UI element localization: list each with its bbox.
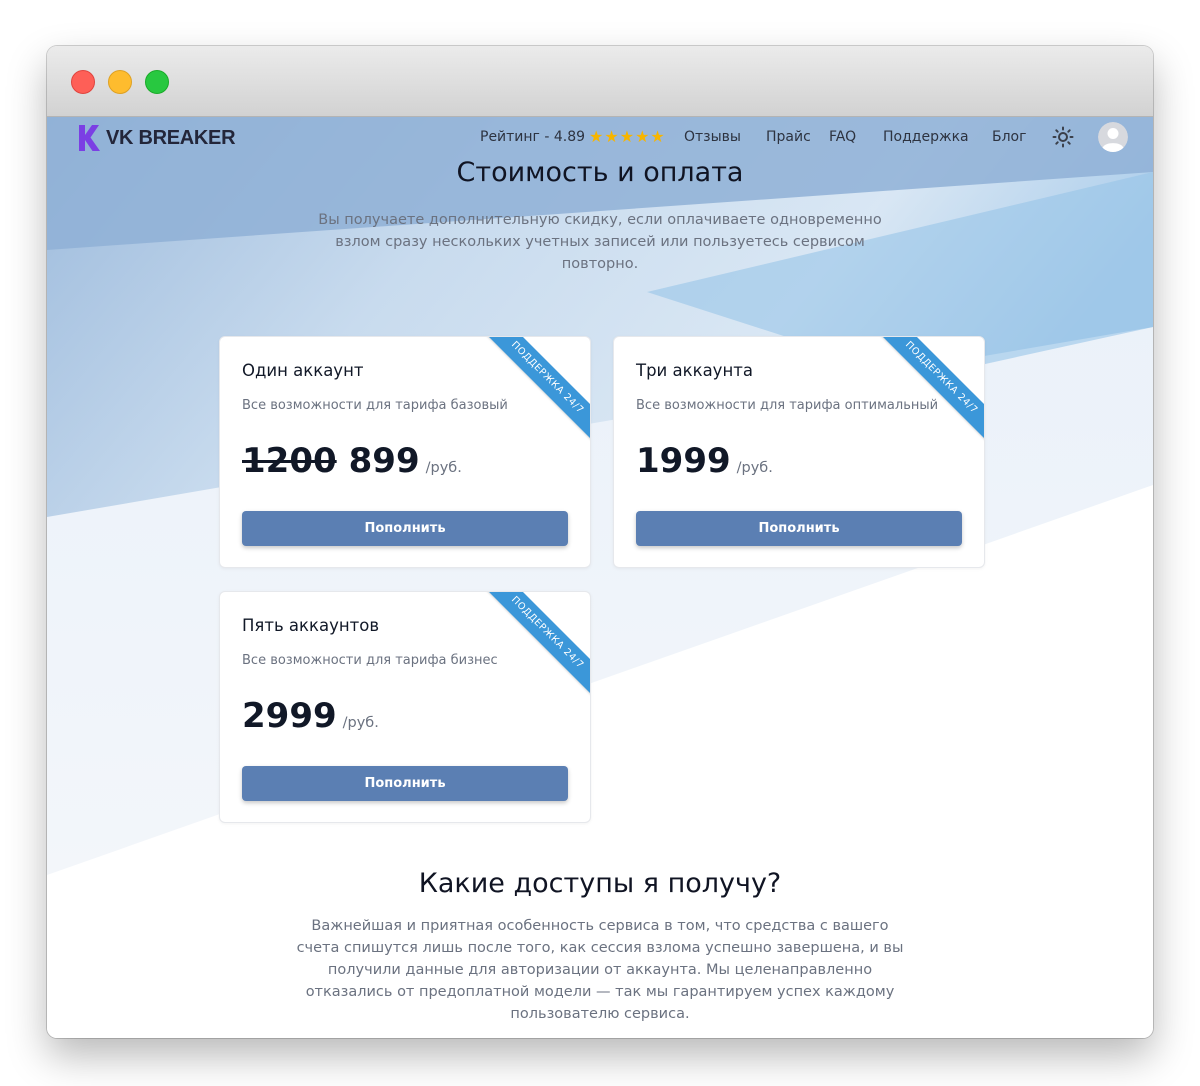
plan-description: Все возможности для тарифа базовый	[242, 398, 508, 413]
support-ribbon: ПОДДЕРЖКА 24/7	[875, 337, 984, 444]
access-text-line: получили данные для авторизации от аккау…	[327, 962, 873, 978]
rating: Рейтинг - 4.89 ★★★★★	[480, 127, 666, 146]
access-text-line: пользователю сервиса.	[510, 1006, 690, 1022]
price-row: 2999 /руб.	[242, 696, 379, 736]
plan-card-five: ПОДДЕРЖКА 24/7 Пять аккаунтов Все возмож…	[219, 591, 591, 823]
logo-text: VK BREAKER	[106, 126, 236, 149]
plan-name: Три аккаунта	[636, 361, 753, 380]
user-avatar-icon[interactable]	[1098, 122, 1128, 152]
pricing-subtitle-line: Вы получаете дополнительную скидку, если…	[318, 212, 882, 228]
sun-icon[interactable]	[1052, 126, 1074, 148]
top-up-button[interactable]: Пополнить	[636, 511, 962, 546]
currency-unit: /руб.	[342, 715, 379, 731]
browser-window: VK BREAKER Рейтинг - 4.89 ★★★★★ Отзывы П…	[47, 46, 1153, 1038]
access-text-line: Важнейшая и приятная особенность сервиса…	[311, 918, 889, 934]
plan-card-one: ПОДДЕРЖКА 24/7 Один аккаунт Все возможно…	[219, 336, 591, 568]
old-price: 1200	[242, 441, 337, 481]
price-row: 1200 899 /руб.	[242, 441, 462, 481]
nav-blog[interactable]: Блог	[992, 129, 1026, 145]
nav-support[interactable]: Поддержка	[883, 129, 969, 145]
nav-pricing[interactable]: Прайс	[766, 129, 811, 145]
plan-price: 2999	[242, 696, 337, 736]
support-ribbon: ПОДДЕРЖКА 24/7	[481, 337, 590, 444]
pricing-title: Стоимость и оплата	[456, 157, 744, 188]
plan-name: Один аккаунт	[242, 361, 364, 380]
currency-unit: /руб.	[736, 460, 773, 476]
plan-price: 1999	[636, 441, 731, 481]
access-text-line: отказались от предоплатной модели — так …	[305, 984, 895, 1000]
close-window-button[interactable]	[71, 70, 95, 94]
top-up-button[interactable]: Пополнить	[242, 511, 568, 546]
access-text-line: счета спишутся лишь после того, как сесс…	[296, 940, 904, 956]
access-text: Важнейшая и приятная особенность сервиса…	[250, 915, 950, 1025]
top-up-button[interactable]: Пополнить	[242, 766, 568, 801]
plan-card-three: ПОДДЕРЖКА 24/7 Три аккаунта Все возможно…	[613, 336, 985, 568]
plan-price: 899	[348, 441, 420, 481]
rating-stars-icon: ★★★★★	[589, 127, 666, 146]
pricing-subtitle: Вы получаете дополнительную скидку, если…	[300, 209, 900, 275]
plan-name: Пять аккаунтов	[242, 616, 380, 635]
pricing-subtitle-line: взлом сразу нескольких учетных записей и…	[335, 234, 865, 250]
plan-description: Все возможности для тарифа оптимальный	[636, 398, 939, 413]
k-logo-icon	[79, 125, 100, 151]
plan-description: Все возможности для тарифа бизнес	[242, 653, 498, 668]
page-viewport: VK BREAKER Рейтинг - 4.89 ★★★★★ Отзывы П…	[47, 117, 1153, 1038]
pricing-subtitle-line: повторно.	[561, 256, 639, 272]
window-titlebar	[47, 46, 1153, 117]
minimize-window-button[interactable]	[108, 70, 132, 94]
vk-breaker-logo[interactable]: VK BREAKER	[77, 124, 236, 152]
nav-reviews[interactable]: Отзывы	[684, 129, 741, 145]
price-row: 1999 /руб.	[636, 441, 773, 481]
support-ribbon: ПОДДЕРЖКА 24/7	[481, 592, 590, 699]
currency-unit: /руб.	[425, 460, 462, 476]
rating-label: Рейтинг - 4.89	[480, 129, 586, 145]
maximize-window-button[interactable]	[145, 70, 169, 94]
access-title: Какие доступы я получу?	[418, 868, 782, 899]
nav-faq[interactable]: FAQ	[829, 129, 856, 145]
